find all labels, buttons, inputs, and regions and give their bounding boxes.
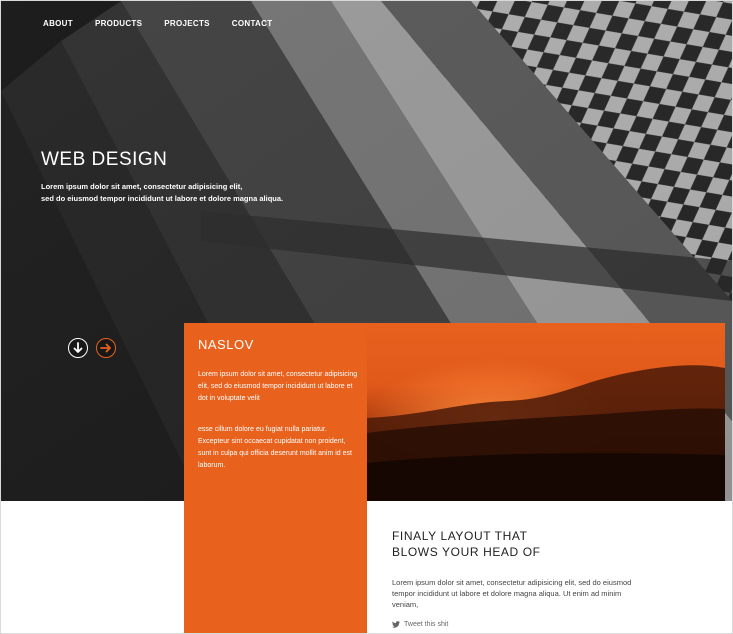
nav-projects[interactable]: PROJECTS	[164, 19, 210, 28]
nav-products[interactable]: PRODUCTS	[95, 19, 142, 28]
nav-about[interactable]: ABOUT	[43, 19, 73, 28]
top-nav: ABOUT PRODUCTS PROJECTS CONTACT	[43, 19, 294, 28]
nav-contact[interactable]: CONTACT	[232, 19, 273, 28]
card-title: NASLOV	[198, 337, 254, 352]
tweet-label: Tweet this shit	[404, 621, 449, 628]
article-text: Lorem ipsum dolor sit amet, consectetur …	[392, 578, 632, 609]
scroll-down-button[interactable]	[68, 338, 88, 358]
card-paragraph-2: esse cillum dolore eu fugiat nulla paria…	[198, 426, 352, 469]
article-title-line-2: BLOWS YOUR HEAD OF	[392, 545, 541, 559]
page-frame: ABOUT PRODUCTS PROJECTS CONTACT WEB DESI…	[0, 0, 733, 634]
orange-card: NASLOV Lorem ipsum dolor sit amet, conse…	[184, 323, 367, 633]
arrow-down-icon	[73, 342, 83, 353]
hero-text: Lorem ipsum dolor sit amet, consectetur …	[41, 181, 341, 205]
hero-title: WEB DESIGN	[41, 149, 168, 170]
sunset-image	[367, 323, 725, 501]
next-slide-button[interactable]	[96, 338, 116, 358]
dunes-silhouette	[367, 323, 725, 501]
article-title: FINALY LAYOUT THAT BLOWS YOUR HEAD OF	[392, 528, 632, 560]
arrow-right-icon	[100, 343, 111, 353]
tweet-link[interactable]: Tweet this shit	[392, 621, 448, 628]
hero-text-line-2: sed do eiusmod tempor incididunt ut labo…	[41, 194, 284, 203]
card-paragraph-1: Lorem ipsum dolor sit amet, consectetur …	[198, 371, 358, 402]
article-title-line-1: FINALY LAYOUT THAT	[392, 529, 528, 543]
twitter-icon	[392, 621, 400, 628]
hero-text-line-1: Lorem ipsum dolor sit amet, consectetur …	[41, 182, 243, 191]
